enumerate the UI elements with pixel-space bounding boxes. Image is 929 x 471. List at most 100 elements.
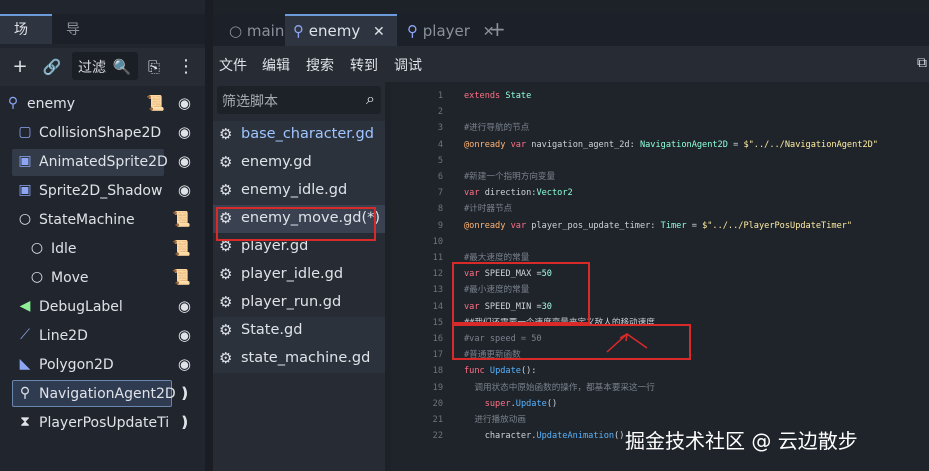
tab-import[interactable]: 导入 xyxy=(52,14,104,70)
gear-icon: ⚙ xyxy=(219,293,233,311)
script-item[interactable]: ⚙ state_machine.gd xyxy=(213,345,385,373)
node2d-icon: ⚲ xyxy=(293,22,304,40)
script-item[interactable]: ⚙ base_character.gd xyxy=(213,121,385,149)
script-filter-placeholder: 筛选脚本 xyxy=(222,94,278,110)
add-node-icon[interactable]: + xyxy=(8,48,32,86)
external-editor-icon[interactable]: ⧉ xyxy=(917,55,927,71)
eye-icon[interactable]: ◉ xyxy=(178,326,191,344)
link-icon[interactable]: 🔗 xyxy=(40,48,64,86)
script-item[interactable]: ⚙ enemy.gd xyxy=(213,149,385,177)
tab-scene[interactable]: 场景 xyxy=(0,14,52,66)
code-line-text: 调用状态中原始函数的操作，都基本要采这一行 xyxy=(464,382,655,393)
animated-sprite-icon: ▣ xyxy=(18,153,32,169)
node-icon: ○ xyxy=(30,240,44,256)
line-number: 10 xyxy=(432,236,443,247)
tree-node-debuglabel[interactable]: ◀ DebugLabel ◉ xyxy=(0,293,205,322)
tab-main[interactable]: ○ main xyxy=(221,14,293,46)
line-number: 22 xyxy=(432,431,443,442)
tree-node-idle[interactable]: ○ Idle 📜 xyxy=(0,235,205,264)
search-icon[interactable]: 🔍 xyxy=(110,48,134,86)
tree-node-label: Sprite2D_Shadow xyxy=(39,183,163,199)
code-line[interactable]: 1 extends State xyxy=(391,88,929,105)
tree-node-enemy[interactable]: ⚲ enemy 📜 ◉ xyxy=(0,90,205,119)
code-line[interactable]: 7 var direction:Vector2 xyxy=(391,185,929,202)
red-annotation-box xyxy=(452,262,590,324)
tree-node-polygon2d[interactable]: ◣ Polygon2D ◉ xyxy=(0,351,205,380)
gear-icon: ⚙ xyxy=(219,153,233,171)
code-line[interactable]: 3 #进行导航的节点 xyxy=(391,120,929,137)
node-icon: ○ xyxy=(30,269,44,285)
dock-splitter[interactable] xyxy=(205,0,213,471)
tree-node-playerposupdatetimer[interactable]: ⧗ PlayerPosUpdateTi ❫ xyxy=(0,409,205,438)
line2d-icon: ⟋ xyxy=(20,327,30,343)
code-line[interactable]: 4 @onready var navigation_agent_2d: Navig… xyxy=(391,137,929,154)
code-line[interactable]: 2 xyxy=(391,104,929,121)
menu-debug[interactable]: 调试 xyxy=(394,55,422,75)
tree-node-navigationagent2d[interactable]: ⚲ NavigationAgent2D ❫ xyxy=(0,380,205,409)
tree-node-move[interactable]: ○ Move 📜 xyxy=(0,264,205,293)
search-icon[interactable]: ⌕ xyxy=(366,89,375,109)
code-line[interactable]: 20 super.Update() xyxy=(391,396,929,413)
label-icon: ◀ xyxy=(19,298,31,314)
navigation-pin-icon: ⚲ xyxy=(19,385,31,401)
script-icon[interactable]: 📜 xyxy=(172,239,191,257)
menu-file[interactable]: 文件 xyxy=(219,55,247,75)
eye-icon[interactable]: ◉ xyxy=(178,355,191,373)
eye-icon[interactable]: ◉ xyxy=(178,181,191,199)
script-icon[interactable]: 📜 xyxy=(146,94,165,112)
script-icon[interactable]: 📜 xyxy=(172,210,191,228)
tree-node-animatedsprite2d[interactable]: ▣ AnimatedSprite2D ◉ xyxy=(0,148,205,177)
line-number: 16 xyxy=(432,334,443,344)
line-number: 5 xyxy=(437,155,443,166)
red-annotation-box xyxy=(216,207,376,241)
tree-node-label: Idle xyxy=(51,241,77,257)
tree-node-sprite2d-shadow[interactable]: ▣ Sprite2D_Shadow ◉ xyxy=(0,177,205,206)
watermark: 掘金技术社区 @ 云边散步 xyxy=(625,429,858,453)
signal-icon[interactable]: ❫ xyxy=(178,413,191,431)
signal-icon[interactable]: ❫ xyxy=(178,384,191,402)
line-number: 8 xyxy=(437,204,443,215)
script-item[interactable]: ⚙ enemy_idle.gd xyxy=(213,177,385,205)
code-line[interactable]: 10 xyxy=(391,234,929,251)
line-number: 14 xyxy=(432,301,443,312)
menu-edit[interactable]: 编辑 xyxy=(262,55,290,75)
dock-tab-bar: 场景 导入 xyxy=(0,14,205,70)
tree-node-collisionshape2d[interactable]: ▢ CollisionShape2D ◉ xyxy=(0,119,205,148)
gear-icon: ⚙ xyxy=(219,349,233,367)
script-item[interactable]: ⚙ State.gd xyxy=(213,317,385,345)
line-number: 7 xyxy=(437,188,443,199)
code-line[interactable]: 5 xyxy=(391,153,929,170)
line-number: 4 xyxy=(437,139,443,150)
code-line[interactable]: 9 @onready var player_pos_update_timer: T… xyxy=(391,218,929,235)
tab-enemy[interactable]: ⚲ enemy ✕ xyxy=(285,14,397,46)
code-line-text: #新建一个指明方向变量 xyxy=(464,172,556,182)
collision-shape-icon: ▢ xyxy=(18,124,32,140)
script-item[interactable]: ⚙ player_run.gd xyxy=(213,289,385,317)
eye-icon[interactable]: ◉ xyxy=(178,297,191,315)
script-menu-bar: 文件 编辑 搜索 转到 调试 xyxy=(213,46,929,82)
code-line[interactable]: 19 调用状态中原始函数的操作，都基本要采这一行 xyxy=(391,380,929,397)
gear-icon: ⚙ xyxy=(219,265,233,283)
eye-icon[interactable]: ◉ xyxy=(178,94,191,112)
line-number: 19 xyxy=(432,382,443,393)
eye-icon[interactable]: ◉ xyxy=(178,123,191,141)
code-line[interactable]: 6 #新建一个指明方向变量 xyxy=(391,169,929,186)
script-icon[interactable]: 📜 xyxy=(172,268,191,286)
script-filter-input[interactable]: 筛选脚本 ⌕ xyxy=(217,86,381,114)
gear-icon: ⚙ xyxy=(219,125,233,143)
tree-node-line2d[interactable]: ⟋ Line2D ◉ xyxy=(0,322,205,351)
tree-node-statemachine[interactable]: ○ StateMachine 📜 xyxy=(0,206,205,235)
more-options-icon[interactable]: ⋮ xyxy=(174,48,198,86)
add-tab-icon[interactable]: + xyxy=(489,14,513,46)
menu-search[interactable]: 搜索 xyxy=(306,55,334,75)
close-icon[interactable]: ✕ xyxy=(373,24,385,40)
attach-script-icon[interactable]: ⎘ xyxy=(142,48,166,86)
eye-icon[interactable]: ◉ xyxy=(178,152,191,170)
script-item[interactable]: ⚙ player_idle.gd xyxy=(213,261,385,289)
polygon-icon: ◣ xyxy=(19,356,31,372)
code-line[interactable]: 8 #计时器节点 xyxy=(391,201,929,218)
code-line[interactable]: 18 func Update(): xyxy=(391,363,929,380)
menu-goto[interactable]: 转到 xyxy=(350,55,378,75)
script-item-label: base_character.gd xyxy=(241,126,374,142)
editor-tab-bar: ○ main ⚲ enemy ✕ ⚲ player ✕ + xyxy=(213,14,929,46)
